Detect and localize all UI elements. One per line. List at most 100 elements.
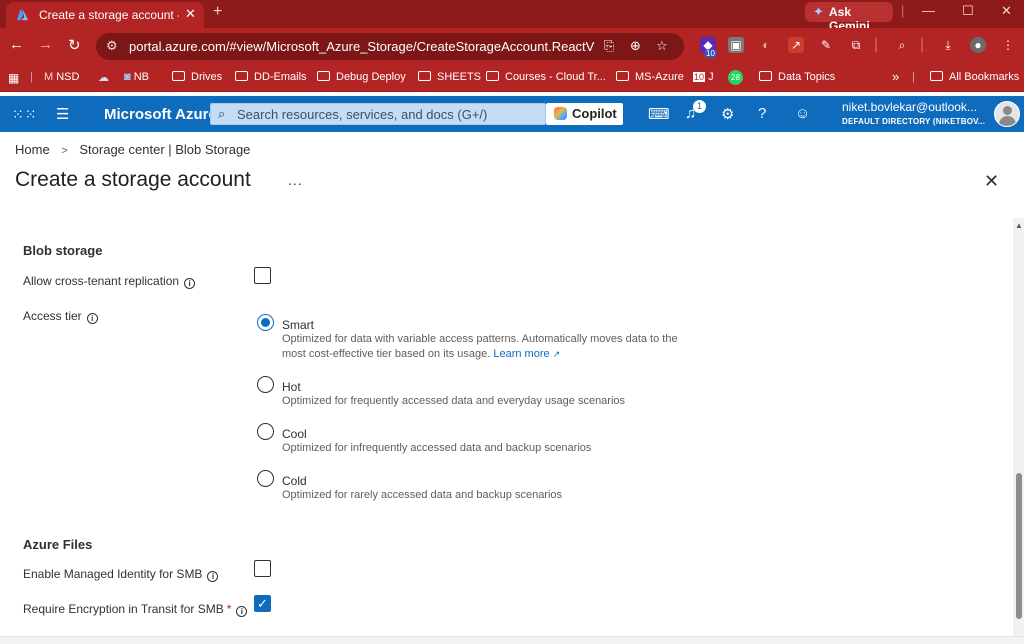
browser-tab[interactable]: Create a storage account - Micr ✕ [6, 2, 204, 28]
extension-orange-icon[interactable]: ◐ [758, 37, 774, 53]
bookmark-drives[interactable]: Drives [172, 71, 222, 83]
page-scrollbar[interactable]: ▲ [1013, 218, 1024, 636]
zoom-icon[interactable]: ⊕ [630, 38, 641, 54]
more-bookmarks-icon[interactable]: » [892, 69, 899, 84]
download-icon[interactable]: ⤓ [940, 37, 956, 53]
bookmark-ms-azure[interactable]: MS-Azure [616, 71, 684, 83]
managed-identity-checkbox[interactable] [254, 560, 271, 577]
tier-cool-description: Optimized for infrequently accessed data… [282, 442, 592, 454]
cloud-shell-icon[interactable]: ⌨ [648, 105, 670, 123]
bookmark-data-topics[interactable]: Data Topics [759, 71, 835, 83]
extensions-puzzle-icon[interactable]: ⧉ [848, 37, 864, 53]
settings-gear-icon[interactable]: ⚙ [721, 105, 734, 123]
bookmark-sheets[interactable]: SHEETS [418, 71, 481, 83]
scroll-up-arrow-icon[interactable]: ▲ [1015, 221, 1023, 230]
folder-icon [759, 71, 772, 81]
forward-icon[interactable]: → [38, 36, 53, 53]
learn-more-link[interactable]: Learn more ↗ [493, 348, 560, 360]
avatar[interactable] [994, 101, 1020, 127]
whatsapp-bookmark[interactable]: 28 [728, 70, 743, 85]
toolbar-divider: | [874, 36, 879, 53]
search-icon: ⌕ [218, 106, 226, 121]
portal-menu-icon[interactable]: ☰ [56, 105, 69, 123]
bookmark-star-icon[interactable]: ☆ [656, 38, 668, 54]
copilot-label: Copilot [572, 106, 617, 121]
checkmark-icon: ✓ [257, 596, 268, 611]
close-blade-icon[interactable]: ✕ [984, 171, 999, 192]
new-tab-button[interactable]: + [213, 3, 222, 21]
bookmark-nb[interactable]: ◙ NB [124, 71, 149, 83]
tier-cool-label[interactable]: Cool [282, 427, 307, 441]
feedback-icon[interactable]: ☺ [795, 105, 810, 122]
reading-mode-icon[interactable]: ⌕ [894, 37, 910, 53]
bookmark-nsd[interactable]: M NSD [44, 71, 79, 83]
app-launcher-icon[interactable]: ⁙⁙ [12, 106, 37, 123]
tab-close-icon[interactable]: ✕ [185, 6, 196, 22]
all-bookmarks[interactable]: All Bookmarks [930, 71, 1019, 83]
encryption-transit-label: Require Encryption in Transit for SMB * i [23, 602, 248, 617]
maximize-icon[interactable]: ☐ [962, 3, 974, 19]
breadcrumb-chevron-icon: > [61, 145, 68, 157]
page-title: Create a storage account [15, 168, 251, 191]
gmail-icon: M [44, 71, 54, 83]
extension-lock-icon[interactable]: ▣ [728, 37, 744, 53]
info-icon[interactable]: i [207, 571, 219, 582]
help-icon[interactable]: ? [758, 105, 766, 122]
radio-selected-dot [261, 318, 270, 327]
address-bar[interactable]: ⚙ portal.azure.com/#view/Microsoft_Azure… [96, 33, 684, 60]
calendar-icon: 10 [693, 72, 706, 82]
tier-cold-description: Optimized for rarely accessed data and b… [282, 489, 563, 501]
gemini-spark-icon: ✦ [813, 4, 824, 19]
search-placeholder: Search resources, services, and docs (G+… [237, 107, 488, 122]
scrollbar-thumb[interactable] [1016, 473, 1022, 619]
url-text: portal.azure.com/#view/Microsoft_Azure_S… [129, 39, 595, 54]
site-info-icon[interactable]: ⚙ [106, 38, 118, 54]
onedrive-icon[interactable]: ☁ [98, 71, 109, 84]
bookmark-debug-deploy[interactable]: Debug Deploy [317, 71, 406, 83]
external-link-icon: ↗ [552, 349, 561, 359]
back-icon[interactable]: ← [9, 36, 24, 53]
folder-icon [172, 71, 185, 81]
tier-smart-label[interactable]: Smart [282, 318, 314, 332]
account-info[interactable]: niket.bovlekar@outlook... DEFAULT DIRECT… [842, 100, 985, 126]
install-app-icon[interactable]: ⎘ [604, 38, 614, 54]
user-email: niket.bovlekar@outlook... [842, 100, 977, 114]
apps-grid-icon[interactable]: ▦ [8, 71, 19, 85]
tier-hot-label[interactable]: Hot [282, 380, 301, 394]
profile-avatar-icon[interactable]: ● [970, 37, 986, 53]
reload-icon[interactable]: ↻ [68, 36, 81, 54]
extension-badge: 10 [704, 49, 717, 58]
tier-cold-radio[interactable] [257, 470, 274, 487]
encryption-transit-checkbox[interactable]: ✓ [254, 595, 271, 612]
outlook-icon: ◙ [124, 71, 131, 83]
extension-arrow-icon[interactable]: ↗ [788, 37, 804, 53]
breadcrumb-home[interactable]: Home [15, 142, 50, 157]
bookmark-courses[interactable]: Courses - Cloud Tr... [486, 71, 606, 83]
folder-icon [235, 71, 248, 81]
azure-search-input[interactable]: ⌕ Search resources, services, and docs (… [210, 103, 546, 125]
info-icon[interactable]: i [184, 278, 196, 289]
copilot-button[interactable]: Copilot [546, 103, 623, 125]
azure-brand[interactable]: Microsoft Azure [104, 106, 217, 123]
avatar-head [1003, 106, 1012, 115]
tier-cold-label[interactable]: Cold [282, 474, 307, 488]
bookmark-j[interactable]: 10 J [693, 71, 714, 83]
minimize-icon[interactable]: — [922, 3, 935, 18]
whatsapp-icon: 28 [728, 70, 743, 85]
info-icon[interactable]: i [86, 313, 98, 324]
breadcrumb-current[interactable]: Storage center | Blob Storage [79, 142, 250, 157]
tier-hot-description: Optimized for frequently accessed data a… [282, 395, 626, 407]
bookmarks-divider-2: | [912, 71, 915, 83]
eyedropper-icon[interactable]: ✎ [818, 37, 834, 53]
tier-smart-radio[interactable] [257, 314, 274, 331]
info-icon[interactable]: i [236, 606, 248, 617]
tier-cool-radio[interactable] [257, 423, 274, 440]
bookmark-dd-emails[interactable]: DD-Emails [235, 71, 307, 83]
ask-gemini-button[interactable]: ✦ Ask Gemini [805, 2, 893, 33]
cross-tenant-checkbox[interactable] [254, 267, 271, 284]
tier-hot-radio[interactable] [257, 376, 274, 393]
user-directory: DEFAULT DIRECTORY (NIKETBOV... [842, 117, 986, 126]
more-options-icon[interactable]: ... [288, 172, 303, 188]
browser-menu-icon[interactable]: ⋮ [1000, 37, 1016, 53]
window-close-icon[interactable]: ✕ [1001, 3, 1012, 19]
